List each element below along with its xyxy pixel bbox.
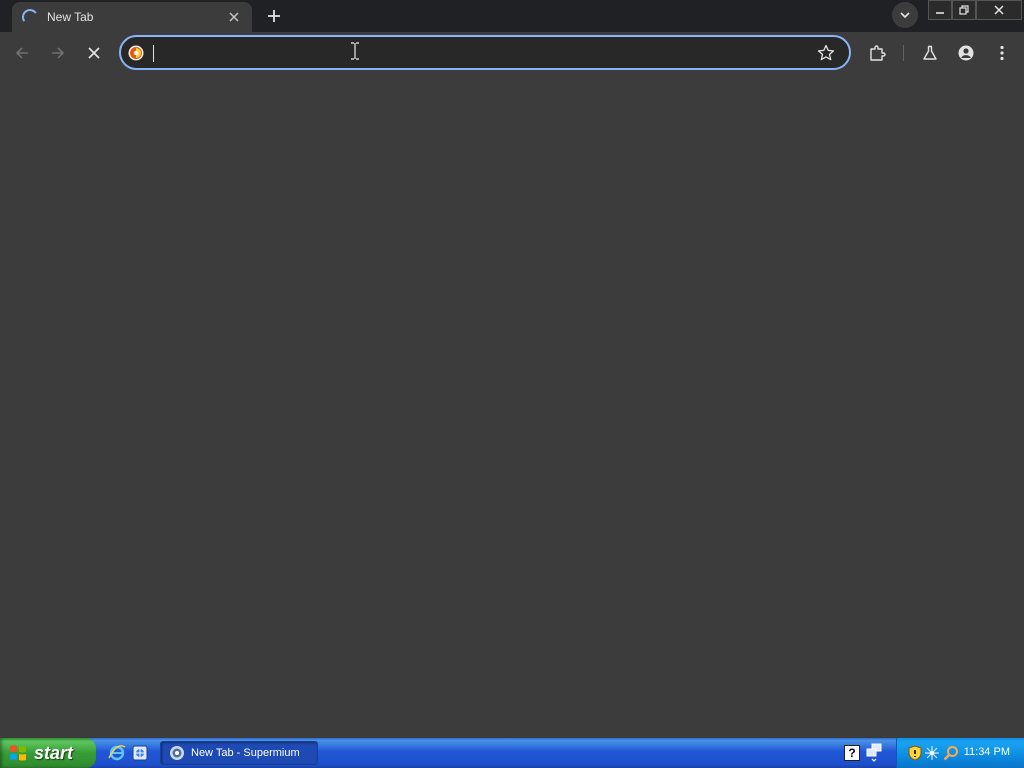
chevron-down-icon bbox=[900, 12, 910, 18]
clock: 11:34 PM bbox=[963, 746, 1010, 758]
toolbar bbox=[0, 32, 1024, 74]
search-icon[interactable] bbox=[943, 745, 959, 761]
person-icon bbox=[958, 45, 974, 61]
tab-new-tab[interactable]: New Tab bbox=[12, 2, 252, 32]
more-vertical-icon bbox=[1000, 45, 1004, 61]
start-button[interactable]: start bbox=[0, 738, 96, 768]
labs-button[interactable] bbox=[916, 39, 944, 67]
arrow-right-icon bbox=[52, 47, 65, 59]
supermium-icon bbox=[170, 746, 184, 760]
internet-explorer-icon[interactable] bbox=[108, 744, 126, 762]
system-tray: 11:34 PM bbox=[896, 738, 1024, 768]
taskbar: start New Tab - Supermium ? 11:34 PM bbox=[0, 738, 1024, 768]
window-close-button[interactable] bbox=[976, 0, 1022, 20]
profile-button[interactable] bbox=[952, 39, 980, 67]
forward-button[interactable] bbox=[44, 39, 72, 67]
stop-loading-button[interactable] bbox=[80, 39, 108, 67]
toolbar-divider bbox=[903, 45, 904, 61]
tab-strip: New Tab bbox=[0, 0, 1024, 32]
puzzle-icon bbox=[870, 45, 886, 61]
show-desktop-icon[interactable] bbox=[131, 744, 149, 762]
taskbar-window-button[interactable]: New Tab - Supermium bbox=[160, 741, 318, 765]
menu-button[interactable] bbox=[988, 39, 1016, 67]
sparkle-icon[interactable] bbox=[924, 745, 940, 761]
flask-icon bbox=[923, 45, 937, 60]
address-input[interactable] bbox=[151, 42, 801, 64]
start-label: start bbox=[34, 742, 74, 763]
page-content[interactable] bbox=[0, 74, 1024, 738]
help-icon[interactable]: ? bbox=[844, 745, 860, 761]
security-shield-icon[interactable] bbox=[907, 745, 923, 761]
close-icon bbox=[229, 12, 239, 22]
browser-window: New Tab bbox=[0, 0, 1024, 738]
close-icon bbox=[994, 5, 1004, 15]
close-icon bbox=[88, 47, 100, 59]
taskbar-window-label: New Tab - Supermium bbox=[191, 747, 300, 759]
tab-title: New Tab bbox=[47, 10, 94, 24]
tab-search-button[interactable] bbox=[892, 2, 918, 28]
new-tab-button[interactable] bbox=[262, 4, 286, 28]
windows-logo-icon bbox=[10, 745, 26, 761]
address-bar[interactable] bbox=[119, 35, 851, 70]
back-button[interactable] bbox=[8, 39, 36, 67]
text-caret bbox=[153, 45, 154, 62]
network-icon[interactable] bbox=[866, 743, 882, 763]
plus-icon bbox=[268, 10, 280, 22]
arrow-left-icon bbox=[15, 47, 28, 59]
star-icon[interactable] bbox=[817, 44, 835, 62]
extensions-button[interactable] bbox=[863, 39, 891, 67]
loading-spinner-icon bbox=[20, 7, 40, 27]
ibeam-cursor-icon bbox=[351, 42, 359, 60]
restore-button[interactable] bbox=[952, 0, 976, 20]
supermium-logo-icon bbox=[128, 45, 144, 61]
tab-close-button[interactable] bbox=[224, 7, 244, 27]
minimize-icon bbox=[936, 12, 944, 14]
restore-icon bbox=[959, 5, 969, 15]
minimize-button[interactable] bbox=[928, 0, 952, 20]
